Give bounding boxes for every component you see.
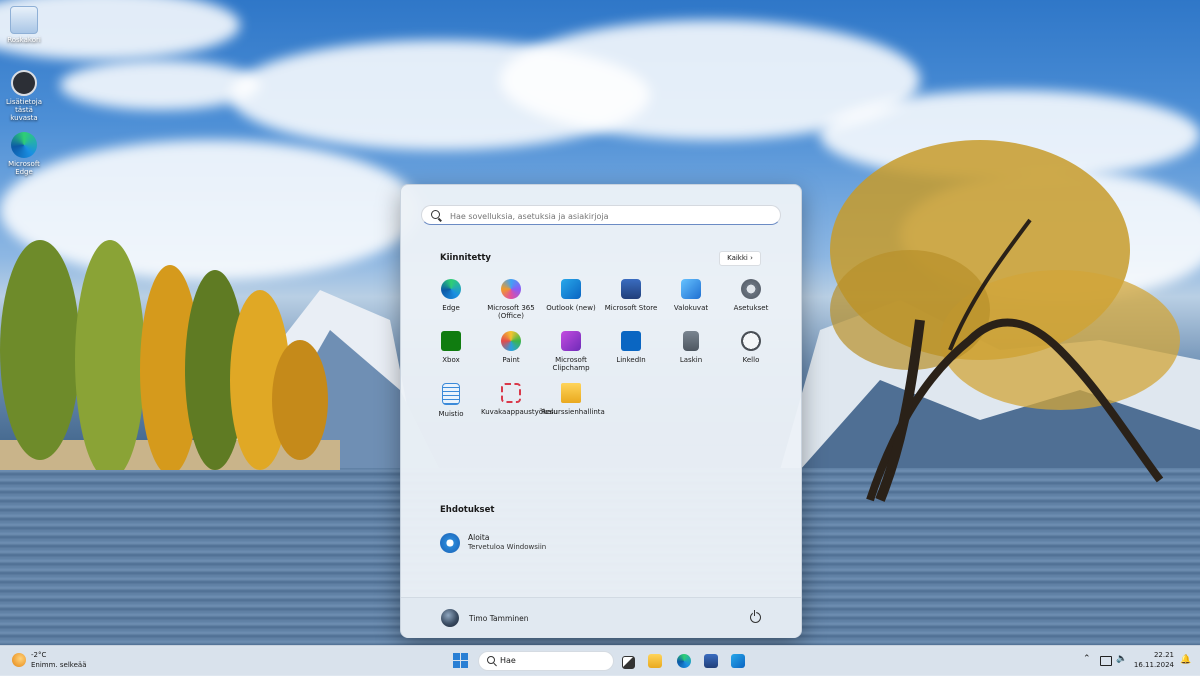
settings-icon xyxy=(741,279,761,299)
suggestion-title: Aloita xyxy=(468,533,490,542)
pinned-app-settings[interactable]: Asetukset xyxy=(721,279,781,312)
photos-icon xyxy=(681,279,701,299)
start-button[interactable] xyxy=(453,653,469,669)
app-label: Kello xyxy=(742,356,760,364)
pinned-app-notepad[interactable]: Muistio xyxy=(421,383,481,418)
desktop-icon-learn-about-picture[interactable]: Lisätietoja tästä kuvasta xyxy=(2,70,46,122)
windows-logo-pane xyxy=(461,661,468,668)
app-label: Paint xyxy=(502,356,520,364)
app-label: Valokuvat xyxy=(673,304,709,312)
willow-tree xyxy=(830,140,1180,502)
network-icon[interactable] xyxy=(1100,656,1112,666)
snipping-tool-icon xyxy=(501,383,521,403)
volume-muted-icon[interactable]: 🔈 xyxy=(1116,654,1127,664)
store-icon xyxy=(621,279,641,299)
clock-time[interactable]: 22.21 xyxy=(1140,651,1174,659)
clipchamp-icon xyxy=(561,331,581,351)
chevron-up-icon[interactable]: ⌃ xyxy=(1083,654,1091,664)
file-explorer-icon xyxy=(561,383,581,403)
pinned-app-store[interactable]: Microsoft Store xyxy=(601,279,661,312)
clock-icon xyxy=(741,331,761,351)
file-explorer-icon[interactable] xyxy=(648,654,662,668)
search-icon xyxy=(431,210,440,219)
pinned-title: Kiinnitetty xyxy=(440,253,491,263)
pinned-app-xbox[interactable]: Xbox xyxy=(421,331,481,364)
start-menu-footer: Timo Tamminen xyxy=(401,597,801,638)
app-label: Microsoft Store xyxy=(604,304,658,312)
pinned-app-edge[interactable]: Edge xyxy=(421,279,481,312)
desktop-icon-edge[interactable]: Microsoft Edge xyxy=(2,132,46,176)
outlook-icon xyxy=(561,279,581,299)
pinned-app-clock[interactable]: Kello xyxy=(721,331,781,364)
app-label: Microsoft 365 (Office) xyxy=(487,304,535,320)
pinned-app-clipchamp[interactable]: Microsoft Clipchamp xyxy=(541,331,601,372)
app-label: Muistio xyxy=(438,410,464,418)
info-camera-icon xyxy=(11,70,37,96)
outlook-icon[interactable] xyxy=(731,654,745,668)
store-icon[interactable] xyxy=(704,654,718,668)
paint-icon xyxy=(501,331,521,351)
suggestions-title: Ehdotukset xyxy=(440,505,495,515)
app-label: Laskin xyxy=(679,356,703,364)
taskbar-search[interactable]: Hae xyxy=(478,651,614,671)
office-icon xyxy=(501,279,521,299)
weather-temperature[interactable]: -2°C xyxy=(31,651,46,659)
edge-icon xyxy=(441,279,461,299)
notepad-icon xyxy=(442,383,460,405)
windows-logo-pane xyxy=(461,653,468,660)
power-icon[interactable] xyxy=(750,610,761,623)
search-icon xyxy=(487,656,495,664)
windows-logo-pane xyxy=(453,661,460,668)
app-label: Kuvakaappaustyökalu xyxy=(481,408,558,416)
pinned-app-file-explorer[interactable]: Resurssienhallinta xyxy=(541,383,605,416)
pinned-app-snipping-tool[interactable]: Kuvakaappaustyökalu xyxy=(481,383,558,416)
app-label: Resurssienhallinta xyxy=(541,408,605,416)
edge-icon xyxy=(11,132,37,158)
poplar-trees xyxy=(0,240,340,470)
taskbar-search-label: Hae xyxy=(500,656,516,665)
pinned-app-linkedin[interactable]: LinkedIn xyxy=(601,331,661,364)
edge-icon[interactable] xyxy=(677,654,691,668)
suggestion-subtitle: Tervetuloa Windowsiin xyxy=(468,543,547,551)
pinned-app-office[interactable]: Microsoft 365 (Office) xyxy=(481,279,541,320)
desktop-icon-label: Lisätietoja tästä kuvasta xyxy=(5,98,43,122)
weather-description[interactable]: Enimm. selkeää xyxy=(31,661,86,669)
pinned-app-calculator[interactable]: Laskin xyxy=(661,331,721,364)
suggestion-get-started[interactable]: Aloita Tervetuloa Windowsiin xyxy=(440,531,640,555)
pinned-app-paint[interactable]: Paint xyxy=(481,331,541,364)
desktop-icon-recycle-bin[interactable]: Roskakori xyxy=(2,6,46,44)
app-label: LinkedIn xyxy=(616,356,646,364)
start-menu: Kiinnitetty Kaikki › Edge Microsoft 365 … xyxy=(400,184,802,638)
desktop-icon-label: Roskakori xyxy=(7,36,41,44)
start-search-input[interactable] xyxy=(448,208,772,224)
notification-bell-icon[interactable]: 🔔 xyxy=(1180,655,1191,665)
user-name[interactable]: Timo Tamminen xyxy=(469,614,528,623)
app-label: Asetukset xyxy=(733,304,769,312)
pinned-app-photos[interactable]: Valokuvat xyxy=(661,279,721,312)
all-apps-button[interactable]: Kaikki › xyxy=(719,251,761,266)
windows-logo-pane xyxy=(453,653,460,660)
xbox-icon xyxy=(441,331,461,351)
avatar[interactable] xyxy=(441,609,459,627)
weather-moon-icon[interactable] xyxy=(12,653,26,667)
calculator-icon xyxy=(683,331,699,351)
cloud xyxy=(60,60,260,110)
app-label: Xbox xyxy=(442,356,460,364)
app-label: Microsoft Clipchamp xyxy=(552,356,590,372)
desktop-icon-label: Microsoft Edge xyxy=(8,160,40,176)
clock-date[interactable]: 16.11.2024 xyxy=(1132,661,1174,669)
start-search-box[interactable] xyxy=(421,205,781,225)
taskbar: -2°C Enimm. selkeää Hae ⌃ 🔈 22.21 16.11.… xyxy=(0,645,1200,676)
linkedin-icon xyxy=(621,331,641,351)
recycle-bin-icon xyxy=(10,6,38,34)
app-label: Outlook (new) xyxy=(546,304,596,312)
task-view-icon[interactable] xyxy=(622,656,635,669)
pinned-app-outlook[interactable]: Outlook (new) xyxy=(541,279,601,312)
get-started-icon xyxy=(440,533,460,553)
app-label: Edge xyxy=(442,304,460,312)
